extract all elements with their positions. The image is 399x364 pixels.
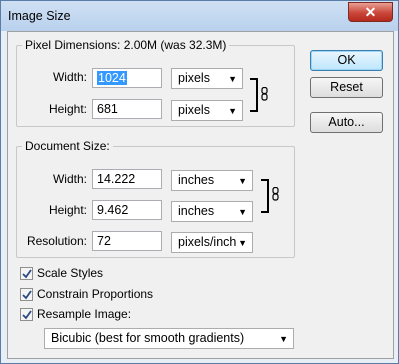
resample-method-value: Bicubic (best for smooth gradients) — [51, 331, 245, 345]
pixel-height-unit-select[interactable]: pixels ▼ — [171, 100, 243, 121]
check-icon — [22, 290, 32, 300]
document-width-unit: inches — [178, 173, 215, 187]
check-icon — [22, 269, 32, 279]
constrain-proportions-label[interactable]: Constrain Proportions — [37, 287, 153, 301]
chevron-down-icon: ▼ — [279, 334, 288, 344]
document-height-label: Height: — [48, 203, 87, 217]
chevron-down-icon: ▼ — [238, 207, 247, 217]
pixel-height-value: 681 — [97, 102, 118, 116]
pixel-width-input[interactable]: 1024 — [92, 68, 162, 88]
dialog-body: Pixel Dimensions: 2.00M (was 32.3M) Widt… — [7, 31, 394, 359]
resolution-unit: pixels/inch — [178, 235, 237, 249]
pixel-width-label: Width: — [52, 70, 87, 84]
pixel-width-value: 1024 — [97, 71, 127, 85]
scale-styles-checkbox[interactable] — [20, 267, 33, 280]
chevron-down-icon: ▼ — [228, 106, 237, 116]
pixel-height-label: Height: — [48, 102, 87, 116]
pixel-width-unit: pixels — [178, 71, 210, 85]
pixel-height-input[interactable]: 681 — [92, 99, 162, 119]
resample-image-label[interactable]: Resample Image: — [37, 307, 131, 321]
document-width-unit-select[interactable]: inches ▼ — [171, 170, 253, 191]
document-height-value: 9.462 — [97, 203, 129, 217]
chevron-down-icon: ▼ — [228, 74, 237, 84]
document-height-unit-select[interactable]: inches ▼ — [171, 201, 253, 222]
pixel-height-unit: pixels — [178, 103, 210, 117]
close-icon: ✕ — [364, 4, 377, 20]
constrain-proportions-checkbox[interactable] — [20, 288, 33, 301]
pixel-width-unit-select[interactable]: pixels ▼ — [171, 68, 243, 89]
close-button[interactable]: ✕ — [348, 2, 393, 22]
chain-link-icon — [272, 187, 279, 201]
chevron-down-icon: ▼ — [238, 176, 247, 186]
document-height-unit: inches — [178, 204, 215, 218]
window-title: Image Size — [8, 9, 71, 23]
check-icon — [22, 310, 32, 320]
resolution-label: Resolution: — [26, 234, 87, 248]
title-bar: Image Size ✕ — [1, 1, 398, 31]
scale-styles-label[interactable]: Scale Styles — [37, 266, 103, 280]
resolution-value: 72 — [97, 234, 111, 248]
document-width-label: Width: — [52, 172, 87, 186]
resample-method-select[interactable]: Bicubic (best for smooth gradients) ▼ — [44, 328, 294, 349]
document-height-input[interactable]: 9.462 — [92, 200, 162, 220]
resolution-unit-select[interactable]: pixels/inch ▼ — [171, 232, 253, 253]
ok-button[interactable]: OK — [310, 50, 383, 71]
pixel-dimensions-legend: Pixel Dimensions: 2.00M (was 32.3M) — [22, 38, 230, 52]
resample-image-checkbox[interactable] — [20, 308, 33, 321]
resolution-input[interactable]: 72 — [92, 231, 162, 251]
document-link-bracket — [261, 179, 269, 213]
image-size-dialog: Image Size ✕ Pixel Dimensions: 2.00M (wa… — [0, 0, 399, 364]
pixel-link-bracket — [250, 78, 258, 112]
auto-button[interactable]: Auto... — [310, 112, 383, 133]
document-size-legend: Document Size: — [22, 139, 113, 153]
document-width-input[interactable]: 14.222 — [92, 169, 162, 189]
document-width-value: 14.222 — [97, 172, 136, 186]
reset-button[interactable]: Reset — [310, 77, 383, 98]
chain-link-icon — [261, 87, 268, 101]
chevron-down-icon: ▼ — [238, 238, 247, 248]
